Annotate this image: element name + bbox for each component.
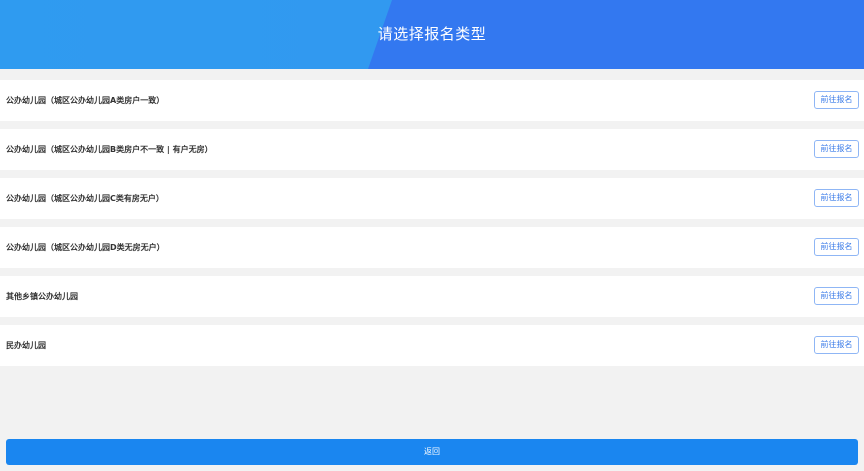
list-item-label: 公办幼儿园（城区公办幼儿园A类房户一致） xyxy=(6,96,165,105)
back-button[interactable]: 返回 xyxy=(6,439,858,465)
list-item-label: 公办幼儿园（城区公办幼儿园C类有房无户） xyxy=(6,194,164,203)
list-item: 其他乡镇公办幼儿园 前往报名 xyxy=(0,276,864,317)
list-item: 公办幼儿园（城区公办幼儿园C类有房无户） 前往报名 xyxy=(0,178,864,219)
list-item: 公办幼儿园（城区公办幼儿园A类房户一致） 前往报名 xyxy=(0,80,864,121)
list-item-label: 民办幼儿园 xyxy=(6,341,46,350)
register-button[interactable]: 前往报名 xyxy=(814,336,859,354)
list-item-label: 公办幼儿园（城区公办幼儿园D类无房无户） xyxy=(6,243,165,252)
register-button[interactable]: 前往报名 xyxy=(814,287,859,305)
page-header: 请选择报名类型 xyxy=(0,0,864,69)
register-button[interactable]: 前往报名 xyxy=(814,238,859,256)
list-item-label: 公办幼儿园（城区公办幼儿园B类房户不一致 | 有户无房） xyxy=(6,145,213,154)
register-button[interactable]: 前往报名 xyxy=(814,91,859,109)
registration-type-list: 公办幼儿园（城区公办幼儿园A类房户一致） 前往报名 公办幼儿园（城区公办幼儿园B… xyxy=(0,80,864,374)
register-button[interactable]: 前往报名 xyxy=(814,140,859,158)
page-title: 请选择报名类型 xyxy=(377,25,487,43)
list-item-label: 其他乡镇公办幼儿园 xyxy=(6,292,78,301)
register-button[interactable]: 前往报名 xyxy=(814,189,859,207)
list-item: 公办幼儿园（城区公办幼儿园B类房户不一致 | 有户无房） 前往报名 xyxy=(0,129,864,170)
list-item: 公办幼儿园（城区公办幼儿园D类无房无户） 前往报名 xyxy=(0,227,864,268)
list-item: 民办幼儿园 前往报名 xyxy=(0,325,864,366)
